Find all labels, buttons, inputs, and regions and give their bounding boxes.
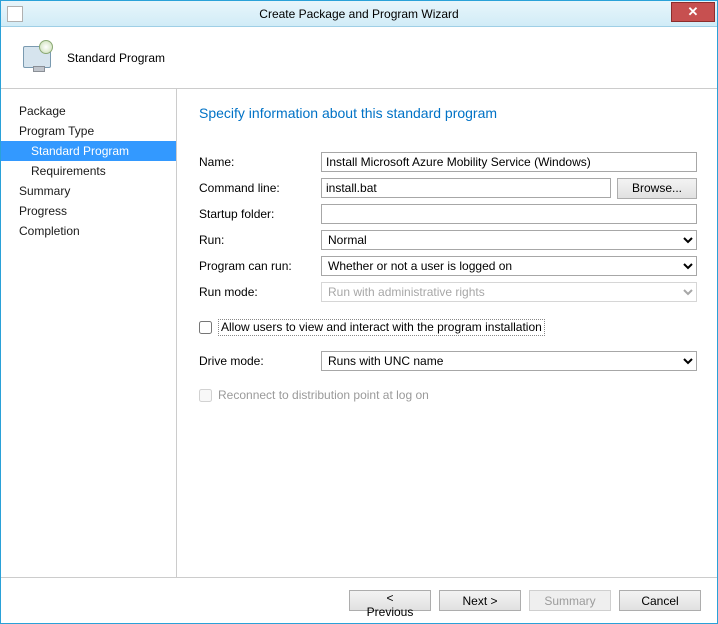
- run-select[interactable]: Normal: [321, 230, 697, 250]
- package-icon: [19, 40, 55, 76]
- title-bar: Create Package and Program Wizard ✕: [1, 1, 717, 27]
- nav-item-standard-program[interactable]: Standard Program: [1, 141, 176, 161]
- next-button[interactable]: Next >: [439, 590, 521, 611]
- label-allow-interact: Allow users to view and interact with th…: [218, 319, 545, 336]
- reconnect-checkbox: [199, 389, 212, 402]
- summary-button: Summary: [529, 590, 611, 611]
- run-mode-select: Run with administrative rights: [321, 282, 697, 302]
- nav-item-summary[interactable]: Summary: [1, 181, 176, 201]
- label-run: Run:: [199, 233, 321, 247]
- wizard-footer: < Previous Next > Summary Cancel: [1, 577, 717, 623]
- allow-interact-checkbox[interactable]: [199, 321, 212, 334]
- close-button[interactable]: ✕: [671, 2, 715, 22]
- command-line-input[interactable]: [321, 178, 611, 198]
- window-title: Create Package and Program Wizard: [1, 7, 717, 21]
- program-can-run-select[interactable]: Whether or not a user is logged on: [321, 256, 697, 276]
- cancel-button[interactable]: Cancel: [619, 590, 701, 611]
- label-name: Name:: [199, 155, 321, 169]
- header-title: Standard Program: [67, 51, 165, 65]
- content-title: Specify information about this standard …: [199, 105, 697, 121]
- nav-item-requirements[interactable]: Requirements: [1, 161, 176, 181]
- nav-item-completion[interactable]: Completion: [1, 221, 176, 241]
- nav-item-program-type[interactable]: Program Type: [1, 121, 176, 141]
- wizard-nav: Package Program Type Standard Program Re…: [1, 89, 177, 577]
- content-pane: Specify information about this standard …: [177, 89, 717, 577]
- wizard-header: Standard Program: [1, 27, 717, 89]
- label-reconnect: Reconnect to distribution point at log o…: [218, 388, 429, 402]
- label-drive-mode: Drive mode:: [199, 354, 321, 368]
- nav-item-progress[interactable]: Progress: [1, 201, 176, 221]
- startup-folder-input[interactable]: [321, 204, 697, 224]
- label-startup-folder: Startup folder:: [199, 207, 321, 221]
- name-input[interactable]: [321, 152, 697, 172]
- label-command-line: Command line:: [199, 181, 321, 195]
- nav-item-package[interactable]: Package: [1, 101, 176, 121]
- previous-button[interactable]: < Previous: [349, 590, 431, 611]
- drive-mode-select[interactable]: Runs with UNC name: [321, 351, 697, 371]
- browse-button[interactable]: Browse...: [617, 178, 697, 199]
- label-run-mode: Run mode:: [199, 285, 321, 299]
- label-program-can-run: Program can run:: [199, 259, 321, 273]
